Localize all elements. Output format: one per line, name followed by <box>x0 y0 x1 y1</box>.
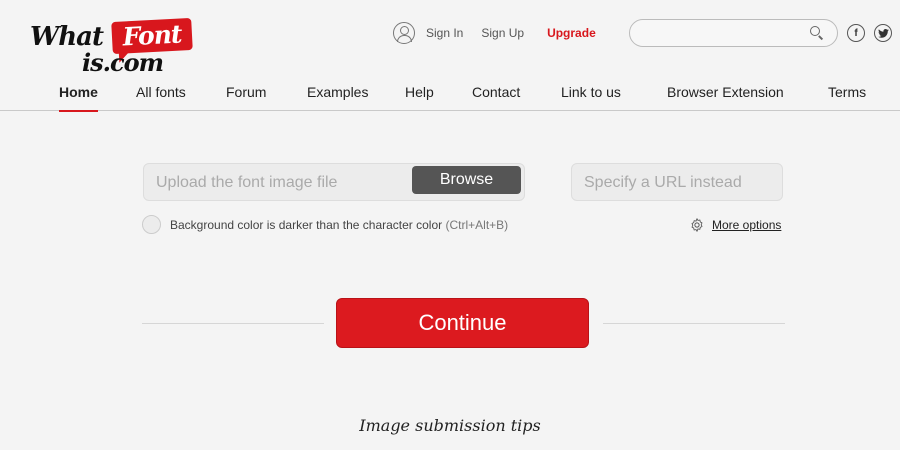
logo-text-is: is.com <box>82 48 164 77</box>
dark-background-checkbox[interactable] <box>142 215 161 234</box>
nav-examples[interactable]: Examples <box>307 84 368 111</box>
nav-contact[interactable]: Contact <box>472 84 520 111</box>
checkbox-label-text: Background color is darker than the char… <box>170 218 443 232</box>
upgrade-link[interactable]: Upgrade <box>547 26 596 40</box>
nav-terms[interactable]: Terms <box>828 84 866 111</box>
sign-up-link[interactable]: Sign Up <box>481 26 524 40</box>
nav-link-to-us[interactable]: Link to us <box>561 84 621 111</box>
nav-help[interactable]: Help <box>405 84 434 111</box>
twitter-bird-glyph <box>877 28 889 38</box>
search-input[interactable] <box>629 19 838 47</box>
upload-file-field[interactable]: Upload the font image file Browse <box>143 163 525 201</box>
continue-button[interactable]: Continue <box>336 298 589 348</box>
site-logo[interactable]: What Font is.com <box>30 17 195 77</box>
url-input[interactable]: Specify a URL instead <box>571 163 783 201</box>
divider-left <box>142 323 324 324</box>
sign-in-link[interactable]: Sign In <box>426 26 463 40</box>
dark-background-label: Background color is darker than the char… <box>170 218 508 232</box>
more-options-label: More options <box>712 218 782 232</box>
nav-home[interactable]: Home <box>59 84 98 112</box>
gear-icon <box>691 218 703 232</box>
facebook-icon[interactable]: f <box>847 24 865 42</box>
user-links: Sign In Sign Up Upgrade <box>393 22 596 44</box>
submission-tips-heading: Image submission tips <box>359 416 541 435</box>
nav-forum[interactable]: Forum <box>226 84 266 111</box>
browse-button[interactable]: Browse <box>412 166 521 194</box>
checkbox-shortcut: (Ctrl+Alt+B) <box>445 218 509 232</box>
divider-right <box>603 323 785 324</box>
more-options-link[interactable]: More options <box>689 217 781 233</box>
search-icon[interactable] <box>810 26 820 36</box>
user-icon[interactable] <box>393 22 415 44</box>
nav-all-fonts[interactable]: All fonts <box>136 84 186 111</box>
main-nav: Home All fonts Forum Examples Help Conta… <box>0 84 900 112</box>
twitter-icon[interactable] <box>874 24 892 42</box>
url-placeholder: Specify a URL instead <box>584 174 742 191</box>
nav-browser-extension[interactable]: Browser Extension <box>667 84 784 111</box>
upload-placeholder: Upload the font image file <box>156 174 338 191</box>
